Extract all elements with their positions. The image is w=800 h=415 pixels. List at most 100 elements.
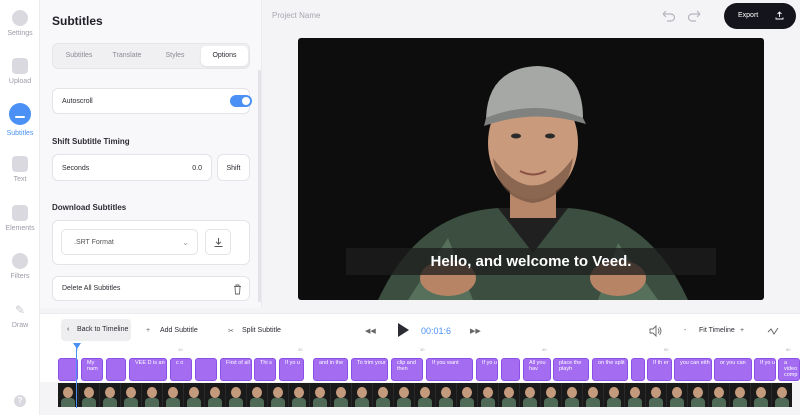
video-thumbnail: [604, 383, 624, 407]
subtitle-segment[interactable]: If yo u: [754, 358, 776, 381]
rewind-icon[interactable]: ◀◀: [365, 327, 376, 335]
video-thumbnail: [541, 383, 561, 407]
subtitle-segment[interactable]: you can eith: [674, 358, 712, 381]
subtitle-segment[interactable]: a video comp: [778, 358, 800, 381]
video-thumbnail: [79, 383, 99, 407]
zoom-in-button[interactable]: +: [740, 327, 744, 334]
subtitle-segment[interactable]: [501, 358, 520, 381]
split-subtitle-button[interactable]: Split Subtitle: [242, 327, 281, 334]
volume-icon[interactable]: [649, 325, 663, 337]
delete-all-card[interactable]: Delete All Subtitles: [52, 276, 250, 301]
autoscroll-toggle[interactable]: [230, 95, 252, 107]
tab-styles[interactable]: Styles: [153, 46, 197, 66]
fit-timeline-button[interactable]: Fit Timeline: [699, 327, 735, 334]
download-button[interactable]: [205, 229, 231, 255]
subtitle-segment[interactable]: or you can: [714, 358, 752, 381]
video-preview[interactable]: Hello, and welcome to Veed.: [298, 38, 764, 300]
top-bar: Project Name Export: [262, 0, 800, 32]
shift-button[interactable]: Shift: [217, 154, 250, 181]
subtitle-segment[interactable]: on the split: [592, 358, 628, 381]
video-thumbnail: [205, 383, 225, 407]
video-thumbnail: [499, 383, 519, 407]
subtitle-segment[interactable]: clip and then: [391, 358, 423, 381]
current-time: 00:01:6: [421, 326, 452, 336]
export-label: Export: [738, 12, 759, 19]
video-thumbnail: [58, 383, 78, 407]
subtitle-segment[interactable]: To trim your: [351, 358, 388, 381]
add-subtitle-button[interactable]: Add Subtitle: [160, 327, 198, 334]
waveform-icon[interactable]: [767, 326, 779, 336]
subtitle-segment[interactable]: If th er: [647, 358, 672, 381]
play-icon[interactable]: [398, 323, 409, 337]
upload-icon: [12, 58, 28, 74]
seconds-label: Seconds: [62, 165, 90, 172]
rail-item-label: Subtitles: [6, 130, 34, 137]
subtitle-segment[interactable]: and in the: [313, 358, 348, 381]
back-to-timeline-button[interactable]: ‹ Back to Timeline: [61, 319, 131, 341]
subtitle-segment[interactable]: If you want: [426, 358, 473, 381]
undo-icon[interactable]: [660, 9, 676, 23]
rail-item-subtitles[interactable]: Subtitles: [0, 103, 40, 137]
video-thumbnail: [100, 383, 120, 407]
subtitle-segment[interactable]: Thi s: [254, 358, 276, 381]
subtitle-segment[interactable]: [106, 358, 126, 381]
tab-options[interactable]: Options: [201, 46, 248, 66]
export-icon: [775, 11, 784, 20]
zoom-out-button[interactable]: -: [684, 327, 686, 334]
panel-title: Subtitles: [52, 14, 103, 28]
subtitle-segment[interactable]: First of all: [220, 358, 252, 381]
rail-item-filters[interactable]: Filters: [0, 253, 40, 280]
trash-icon[interactable]: [233, 284, 242, 295]
help-icon[interactable]: ?: [14, 395, 26, 407]
panel-tabs: Subtitles Translate Styles Options: [52, 43, 250, 69]
subtitle-overlay[interactable]: Hello, and welcome to Veed.: [346, 248, 716, 275]
subtitle-segment[interactable]: If yo u: [279, 358, 304, 381]
subtitle-segment[interactable]: [631, 358, 645, 381]
subtitle-segment[interactable]: If yo u: [476, 358, 498, 381]
rail-item-upload[interactable]: Upload: [0, 58, 40, 85]
tab-subtitles[interactable]: Subtitles: [57, 46, 101, 66]
video-track[interactable]: [58, 383, 792, 407]
veed-editor: Settings Upload Subtitles Text Elements …: [0, 0, 800, 415]
rail-item-settings[interactable]: Settings: [0, 10, 40, 37]
seconds-field[interactable]: Seconds 0.0: [52, 154, 212, 181]
autoscroll-label: Autoscroll: [62, 98, 93, 105]
rail-item-label: Text: [13, 176, 27, 183]
export-button[interactable]: Export: [724, 3, 796, 29]
video-thumbnail: [184, 383, 204, 407]
video-thumbnail: [289, 383, 309, 407]
video-thumbnail: [436, 383, 456, 407]
subtitle-track: My nam VEE D is an c o First of all Thi s If …: [40, 357, 800, 382]
subtitle-segment[interactable]: c o: [170, 358, 192, 381]
video-thumbnail: [730, 383, 750, 407]
tab-translate[interactable]: Translate: [105, 46, 149, 66]
ruler-tick: 60: [786, 347, 791, 352]
timeline-ruler[interactable]: 0 10 20 30 40 50 60: [40, 347, 800, 357]
video-thumbnail: [667, 383, 687, 407]
ruler-tick: 30: [420, 347, 425, 352]
ruler-tick: 20: [298, 347, 303, 352]
text-icon: [12, 156, 28, 172]
rail-item-label: Elements: [5, 225, 35, 232]
autoscroll-card: Autoscroll: [52, 88, 252, 114]
subtitle-segment[interactable]: [195, 358, 217, 381]
subtitle-segment[interactable]: [58, 358, 78, 381]
rail-item-draw[interactable]: ✎ Draw: [0, 302, 40, 329]
video-thumbnail: [163, 383, 183, 407]
rail-item-label: Settings: [7, 30, 33, 37]
video-thumbnail: [625, 383, 645, 407]
format-select[interactable]: .SRT Format ⌄: [61, 229, 198, 255]
video-thumbnail: [688, 383, 708, 407]
video-thumbnail: [457, 383, 477, 407]
subtitle-segment[interactable]: VEE D is an: [129, 358, 167, 381]
rail-item-text[interactable]: Text: [0, 156, 40, 183]
panel-scrollbar[interactable]: [258, 70, 261, 302]
subtitle-segment[interactable]: All you hav: [523, 358, 551, 381]
project-name[interactable]: Project Name: [272, 11, 320, 20]
subtitle-segment[interactable]: place the playh: [553, 358, 589, 381]
fast-forward-icon[interactable]: ▶▶: [470, 327, 481, 335]
subtitle-segment[interactable]: My nam: [81, 358, 103, 381]
video-thumbnail: [247, 383, 267, 407]
redo-icon[interactable]: [687, 9, 703, 23]
rail-item-elements[interactable]: Elements: [0, 205, 40, 232]
